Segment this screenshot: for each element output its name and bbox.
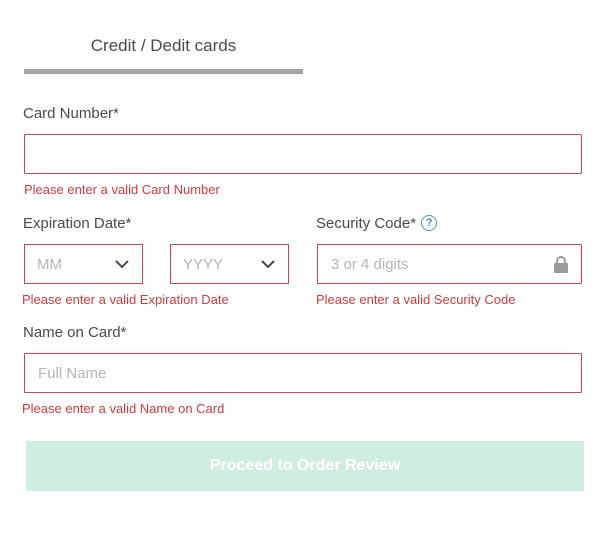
name-on-card-label: Name on Card* xyxy=(23,324,127,341)
security-code-input[interactable] xyxy=(318,245,581,283)
name-on-card-input[interactable] xyxy=(25,354,581,392)
lock-icon xyxy=(554,256,568,273)
tab-active-indicator xyxy=(24,69,303,74)
expiration-year-value: YYYY xyxy=(183,255,224,273)
expiration-month-select[interactable]: MM xyxy=(24,244,143,284)
security-code-field-wrapper xyxy=(317,244,582,284)
security-code-label-row: Security Code*? xyxy=(316,215,438,232)
tab-credit-debit-cards[interactable]: Credit / Dedit cards xyxy=(24,30,303,74)
expiration-year-select[interactable]: YYYY xyxy=(170,244,289,284)
card-number-label: Card Number* xyxy=(23,105,119,122)
card-number-error: Please enter a valid Card Number xyxy=(24,182,220,197)
security-code-label: Security Code* xyxy=(316,215,417,232)
tab-label: Credit / Dedit cards xyxy=(90,36,237,55)
chevron-down-icon xyxy=(115,260,129,269)
security-code-error: Please enter a valid Security Code xyxy=(316,292,516,307)
proceed-to-order-review-button[interactable]: Proceed to Order Review xyxy=(26,441,584,491)
expiration-date-error: Please enter a valid Expiration Date xyxy=(22,292,229,307)
card-number-input[interactable] xyxy=(25,135,581,173)
name-on-card-error: Please enter a valid Name on Card xyxy=(22,401,225,416)
help-circle-icon[interactable]: ? xyxy=(421,215,438,232)
name-on-card-field-wrapper xyxy=(24,353,582,393)
expiration-month-value: MM xyxy=(37,255,62,273)
card-number-field-wrapper xyxy=(24,134,582,174)
chevron-down-icon xyxy=(261,260,275,269)
expiration-date-label: Expiration Date* xyxy=(23,215,132,232)
